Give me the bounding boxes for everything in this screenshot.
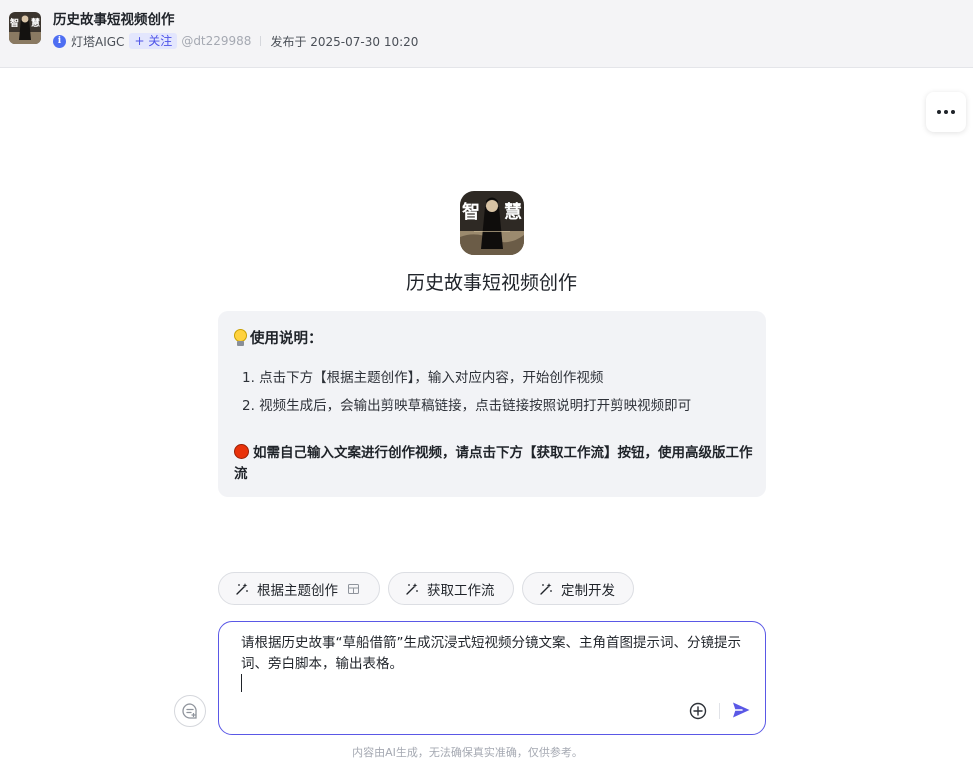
avatar-char-2: 慧 bbox=[504, 201, 522, 223]
bot-avatar: 智 慧 bbox=[460, 191, 524, 255]
shortcut-label: 根据主题创作 bbox=[257, 582, 338, 599]
author-handle: @dt229988 bbox=[181, 34, 252, 48]
more-dot-icon bbox=[951, 110, 955, 114]
ai-disclaimer: 内容由AI生成，无法确保真实准确，仅供参考。 bbox=[352, 746, 583, 759]
intro-step: 2. 视频生成后，会输出剪映草稿链接，点击链接按照说明打开剪映视频即可 bbox=[242, 398, 692, 414]
follow-button[interactable]: + 关注 bbox=[129, 33, 178, 49]
shortcut-label: 获取工作流 bbox=[427, 582, 495, 599]
text-caret bbox=[241, 674, 242, 692]
form-icon bbox=[348, 583, 359, 594]
more-dot-icon bbox=[937, 110, 941, 114]
avatar-char-1: 智 bbox=[462, 201, 480, 223]
author-meta: i 灯塔AIGC + 关注 @dt229988 发布于 2025-07-30 1… bbox=[53, 33, 418, 49]
magic-wand-icon bbox=[406, 582, 418, 595]
shortcut-get-workflow[interactable]: 获取工作流 bbox=[388, 572, 514, 605]
red-circle-icon bbox=[234, 444, 249, 459]
meta-divider bbox=[260, 36, 262, 46]
page-title: 历史故事短视频创作 bbox=[53, 12, 175, 28]
intro-step: 1. 点击下方【根据主题创作】，输入对应内容，开始创作视频 bbox=[242, 370, 604, 386]
bot-name: 历史故事短视频创作 bbox=[405, 272, 577, 294]
lightbulb-icon bbox=[234, 328, 247, 347]
shortcut-custom-dev[interactable]: 定制开发 bbox=[522, 572, 634, 605]
intro-heading: 使用说明： bbox=[234, 327, 323, 348]
intro-warning: 如需自己输入文案进行创作视频，请点击下方【获取工作流】按钮，使用高级版工作流 bbox=[234, 443, 754, 485]
message-composer[interactable]: 请根据历史故事“草船借箭”生成沉浸式短视频分镜文案、主角首图提示词、分镜提示词、… bbox=[218, 621, 766, 735]
intro-heading-text: 使用说明： bbox=[250, 331, 323, 347]
shortcut-label: 定制开发 bbox=[561, 582, 615, 599]
avatar-small-char-1: 智 bbox=[10, 17, 19, 29]
chat-bubble-icon bbox=[182, 703, 197, 719]
author-name[interactable]: 灯塔AIGC bbox=[71, 33, 124, 50]
more-options-button[interactable] bbox=[926, 92, 966, 132]
composer-divider bbox=[719, 703, 720, 719]
intro-card: 使用说明： 1. 点击下方【根据主题创作】，输入对应内容，开始创作视频 2. 视… bbox=[218, 311, 766, 497]
avatar-small-char-2: 慧 bbox=[31, 17, 40, 29]
add-attachment-icon[interactable] bbox=[689, 702, 707, 720]
publish-date: 发布于 2025-07-30 10:20 bbox=[270, 34, 419, 49]
magic-wand-icon bbox=[540, 582, 552, 595]
intro-steps: 1. 点击下方【根据主题创作】，输入对应内容，开始创作视频 2. 视频生成后，会… bbox=[242, 367, 691, 423]
bot-avatar-small[interactable]: 智 慧 bbox=[9, 12, 41, 44]
new-chat-button[interactable] bbox=[174, 695, 206, 727]
message-input[interactable]: 请根据历史故事“草船借箭”生成沉浸式短视频分镜文案、主角首图提示词、分镜提示词、… bbox=[241, 633, 751, 675]
intro-warning-text: 如需自己输入文案进行创作视频，请点击下方【获取工作流】按钮，使用高级版工作流 bbox=[234, 445, 753, 482]
send-icon[interactable] bbox=[731, 700, 751, 720]
top-bar: 智 慧 历史故事短视频创作 i 灯塔AIGC + 关注 @dt229988 发布… bbox=[0, 0, 973, 68]
magic-wand-icon bbox=[236, 582, 248, 595]
more-dot-icon bbox=[944, 110, 948, 114]
shortcut-theme-create[interactable]: 根据主题创作 bbox=[218, 572, 380, 605]
info-icon: i bbox=[53, 34, 66, 48]
